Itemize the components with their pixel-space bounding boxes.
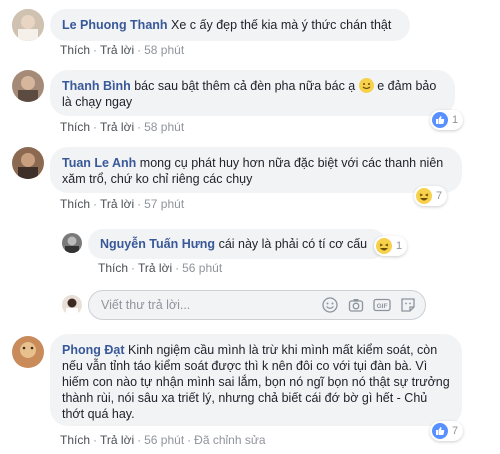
comment-bubble: Thanh Bình bác sau bật thêm cả đèn pha n… xyxy=(50,70,455,116)
timestamp[interactable]: 58 phút xyxy=(144,43,184,57)
timestamp[interactable]: 56 phút xyxy=(144,433,184,447)
like-link[interactable]: Thích xyxy=(60,43,90,57)
like-link[interactable]: Thích xyxy=(98,261,128,275)
comment-bubble: Tuan Le Anh mong cụ phát huy hơn nữa đặc… xyxy=(50,147,462,193)
reaction-badge[interactable]: 1 xyxy=(374,236,408,256)
reply-link[interactable]: Trả lời xyxy=(138,261,172,275)
reply-link[interactable]: Trả lời xyxy=(100,120,134,134)
timestamp[interactable]: 57 phút xyxy=(144,197,184,211)
reply-input[interactable]: Viết thư trả lời... GIF xyxy=(88,290,426,320)
avatar[interactable] xyxy=(12,147,44,179)
reply-link[interactable]: Trả lời xyxy=(100,433,134,447)
reaction-count: 7 xyxy=(452,425,459,437)
reaction-count: 1 xyxy=(396,240,403,252)
reaction-count: 7 xyxy=(436,190,443,202)
comment-actions: Thích · Trả lời · 56 phút xyxy=(98,261,223,275)
like-link[interactable]: Thích xyxy=(60,120,90,134)
comment-text: cái này là phải có tí cơ cấu xyxy=(218,237,368,251)
avatar[interactable] xyxy=(12,9,44,41)
like-icon xyxy=(432,112,448,128)
like-icon xyxy=(432,423,448,439)
reaction-badge[interactable]: 7 xyxy=(430,421,464,441)
reply-link[interactable]: Trả lời xyxy=(100,197,134,211)
like-link[interactable]: Thích xyxy=(60,433,90,447)
gif-icon[interactable]: GIF xyxy=(373,296,391,314)
avatar[interactable] xyxy=(62,233,82,253)
reaction-badge[interactable]: 1 xyxy=(430,110,464,130)
comment-bubble: Phong Đạt Kinh ngiệm cầu mình là trừ khi… xyxy=(50,334,462,426)
avatar xyxy=(62,295,82,315)
edited-label[interactable]: Đã chỉnh sửa xyxy=(194,433,265,447)
reaction-badge[interactable]: 7 xyxy=(414,186,448,206)
camera-icon[interactable] xyxy=(347,296,365,314)
comment-author[interactable]: Tuan Le Anh xyxy=(62,156,136,170)
haha-icon xyxy=(416,188,432,204)
comment-author[interactable]: Nguyễn Tuấn Hưng xyxy=(100,237,215,251)
comment-actions: Thích · Trả lời · 58 phút xyxy=(60,120,185,134)
comment-text: bác sau bật thêm cả đèn pha nữa bác ạ xyxy=(134,79,356,93)
sticker-icon[interactable] xyxy=(399,296,417,314)
svg-text:GIF: GIF xyxy=(377,303,388,310)
comment-actions: Thích · Trả lời · 56 phút · Đã chỉnh sửa xyxy=(60,433,266,447)
like-link[interactable]: Thích xyxy=(60,197,90,211)
input-icons: GIF xyxy=(321,296,417,314)
timestamp[interactable]: 56 phút xyxy=(182,261,222,275)
timestamp[interactable]: 58 phút xyxy=(144,120,184,134)
comment-author[interactable]: Thanh Bình xyxy=(62,79,131,93)
comment-bubble: Nguyễn Tuấn Hưng cái này là phải có tí c… xyxy=(88,229,386,259)
comment-author[interactable]: Phong Đạt xyxy=(62,343,125,357)
avatar[interactable] xyxy=(12,336,44,368)
haha-icon xyxy=(376,238,392,254)
comment-actions: Thích · Trả lời · 58 phút xyxy=(60,43,185,57)
emoji-icon[interactable] xyxy=(321,296,339,314)
reply-link[interactable]: Trả lời xyxy=(100,43,134,57)
smile-emoji-icon xyxy=(358,78,374,93)
reaction-count: 1 xyxy=(452,114,459,126)
reply-placeholder: Viết thư trả lời... xyxy=(101,298,191,312)
avatar[interactable] xyxy=(12,70,44,102)
comment-actions: Thích · Trả lời · 57 phút xyxy=(60,197,185,211)
comment-text: Xe c ấy đẹp thế kia mà ý thức chán thật xyxy=(171,18,392,32)
comment-bubble: Le Phuong Thanh Xe c ấy đẹp thế kia mà ý… xyxy=(50,9,410,41)
comment-author[interactable]: Le Phuong Thanh xyxy=(62,18,168,32)
